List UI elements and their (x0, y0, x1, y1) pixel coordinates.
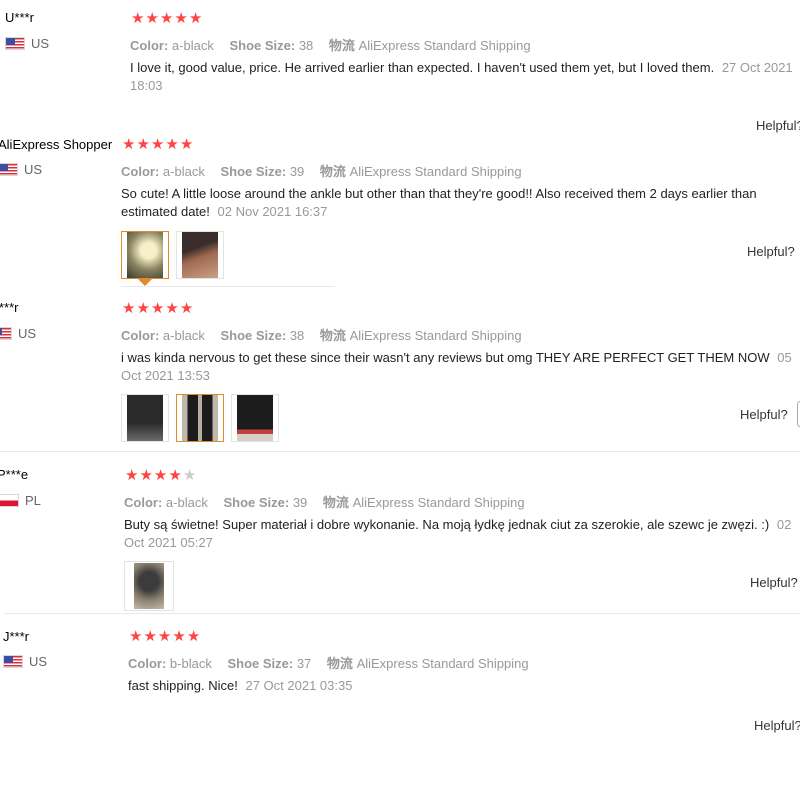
review-photo-thumbnail[interactable] (121, 231, 169, 286)
review-text: fast shipping. Nice! 27 Oct 2021 03:35 (128, 678, 353, 693)
star-icon: ★ (131, 10, 146, 27)
country-code: US (29, 654, 48, 669)
reviewer-name: U***r (5, 10, 34, 25)
review-photo-thumbnail[interactable] (121, 394, 169, 442)
star-icon: ★ (174, 10, 189, 27)
shipping-value: AliExpress Standard Shipping (356, 656, 529, 671)
star-icon: ★ (168, 467, 183, 484)
star-empty-icon: ★ (182, 467, 198, 484)
helpful-button[interactable]: Helpful? (740, 407, 788, 422)
color-value: a-black (162, 328, 205, 343)
size-value: 38 (298, 38, 314, 53)
divider (121, 286, 335, 287)
star-icon: ★ (179, 300, 195, 317)
country-code: PL (25, 493, 41, 508)
size-value: 39 (292, 495, 308, 510)
star-rating: ★★★★★ (122, 137, 194, 153)
star-icon: ★ (165, 300, 180, 317)
review-photo-thumbnail[interactable] (176, 394, 224, 442)
reviewer-country: US (3, 654, 47, 669)
review-meta: Color: a-black Shoe Size: 38 物流 AliExpre… (130, 38, 531, 53)
shipping-value: AliExpress Standard Shipping (352, 495, 525, 510)
shipping-value: AliExpress Standard Shipping (349, 164, 522, 179)
us-flag-icon (0, 327, 12, 340)
helpful-button[interactable]: Helpful? (754, 718, 800, 733)
shipping-value: AliExpress Standard Shipping (358, 38, 531, 53)
pl-flag-icon (0, 494, 19, 507)
star-icon: ★ (139, 467, 154, 484)
star-icon: ★ (186, 628, 202, 645)
size-value: 37 (296, 656, 312, 671)
reviewer-country: PL (0, 493, 41, 508)
star-icon: ★ (136, 136, 151, 153)
review-photos (121, 231, 231, 286)
review-text: Buty są świetne! Super materiał i dobre … (124, 517, 792, 550)
review-meta: Color: a-black Shoe Size: 38 物流 AliExpre… (121, 328, 522, 343)
star-icon: ★ (153, 467, 169, 484)
star-icon: ★ (129, 628, 144, 645)
reviewer-country: US (5, 36, 49, 51)
star-icon: ★ (150, 136, 166, 153)
star-icon: ★ (143, 628, 158, 645)
star-icon: ★ (150, 300, 166, 317)
review-date: 02 Nov 2021 16:37 (217, 204, 328, 219)
review-date: 27 Oct 2021 03:35 (245, 678, 353, 693)
review-photo-thumbnail[interactable] (124, 561, 174, 611)
star-icon: ★ (179, 136, 195, 153)
country-code: US (18, 326, 37, 341)
star-rating: ★★★★★ (131, 11, 203, 27)
reviewer-name: P***e (0, 467, 29, 482)
star-icon: ★ (157, 628, 173, 645)
review-item: AliExpress Shopper US ★★★★★ Color: a-bla… (0, 135, 800, 290)
review-photos (121, 394, 286, 442)
helpful-button[interactable]: Helpful? (750, 575, 798, 590)
color-value: b-black (169, 656, 212, 671)
review-item: P***e PL ★★★★★ Color: a-black Shoe Size:… (0, 452, 800, 614)
us-flag-icon (5, 37, 25, 50)
reviewer-name: ***r (0, 300, 19, 315)
reviewer-name: AliExpress Shopper (0, 137, 113, 152)
reviewer-country: US (0, 326, 36, 341)
star-icon: ★ (188, 10, 204, 27)
color-value: a-black (171, 38, 214, 53)
color-value: a-black (162, 164, 205, 179)
star-rating: ★★★★★ (125, 468, 197, 484)
star-icon: ★ (122, 300, 137, 317)
star-icon: ★ (159, 10, 175, 27)
star-icon: ★ (125, 467, 140, 484)
star-icon: ★ (136, 300, 151, 317)
reviewer-name: J***r (3, 629, 30, 644)
review-photo-thumbnail[interactable] (176, 231, 224, 279)
review-text: So cute! A little loose around the ankle… (121, 186, 757, 219)
review-meta: Color: a-black Shoe Size: 39 物流 AliExpre… (121, 164, 522, 179)
review-meta: Color: b-black Shoe Size: 37 物流 AliExpre… (128, 656, 529, 671)
review-meta: Color: a-black Shoe Size: 39 物流 AliExpre… (124, 495, 525, 510)
country-code: US (31, 36, 50, 51)
shipping-value: AliExpress Standard Shipping (349, 328, 522, 343)
star-icon: ★ (165, 136, 180, 153)
color-value: a-black (165, 495, 208, 510)
helpful-button[interactable]: Helpful? (756, 118, 800, 133)
reviewer-country: US (0, 162, 42, 177)
star-icon: ★ (145, 10, 160, 27)
review-text: i was kinda nervous to get these since t… (121, 350, 792, 383)
us-flag-icon (0, 163, 18, 176)
review-item: J***r US ★★★★★ Color: b-black Shoe Size:… (0, 614, 800, 800)
helpful-button[interactable]: Helpful? (747, 244, 795, 259)
selected-indicator-icon (138, 279, 152, 286)
star-icon: ★ (122, 136, 137, 153)
size-value: 39 (289, 164, 305, 179)
country-code: US (24, 162, 43, 177)
us-flag-icon (3, 655, 23, 668)
review-photos (124, 561, 181, 611)
review-item: U***r US ★★★★★ Color: a-black Shoe Size:… (0, 0, 800, 135)
review-photo-thumbnail[interactable] (231, 394, 279, 442)
star-icon: ★ (172, 628, 187, 645)
size-value: 38 (289, 328, 305, 343)
review-item: ***r US ★★★★★ Color: a-black Shoe Size: … (0, 290, 800, 452)
star-rating: ★★★★★ (129, 629, 201, 645)
review-text: I love it, good value, price. He arrived… (130, 60, 793, 93)
star-rating: ★★★★★ (122, 301, 194, 317)
